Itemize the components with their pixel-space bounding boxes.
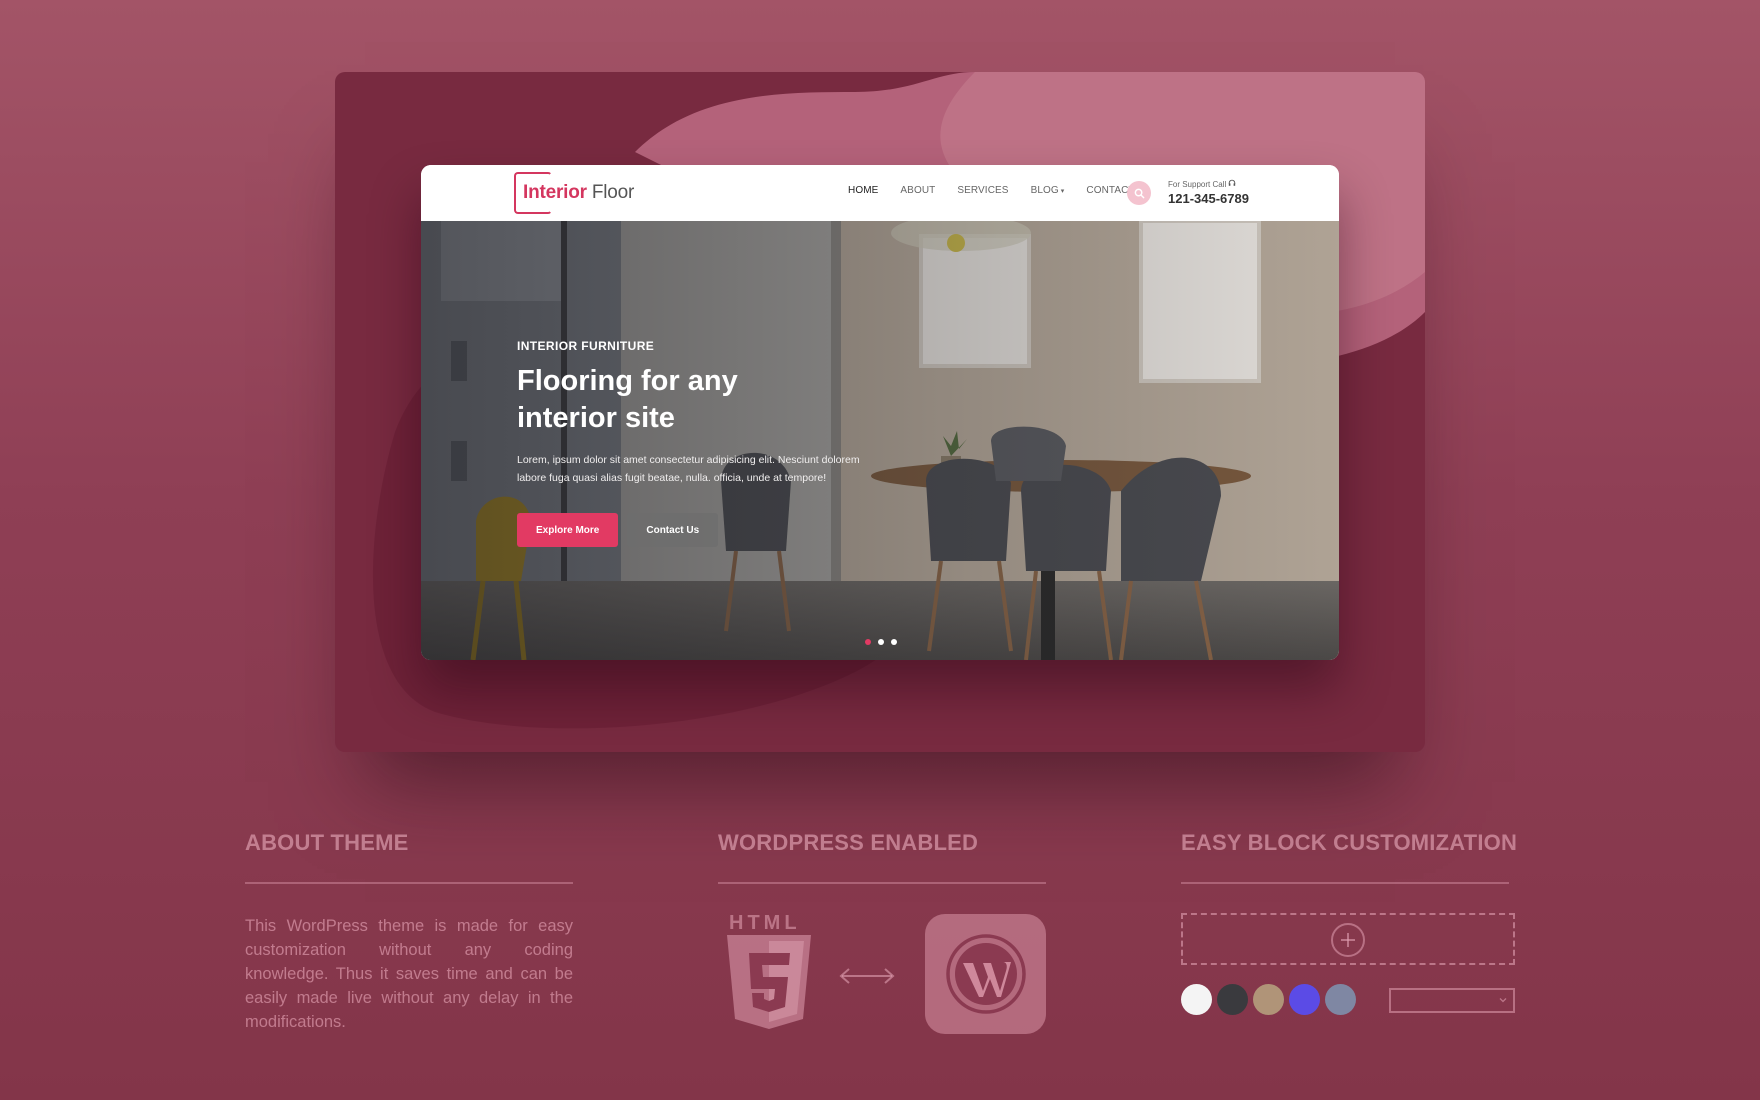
slider-dot-3[interactable]	[891, 639, 897, 645]
nav-item-blog[interactable]: BLOG ▾	[1031, 185, 1065, 196]
hero-description: Lorem, ipsum dolor sit amet consectetur …	[517, 454, 860, 484]
feature-divider	[245, 882, 573, 884]
style-select[interactable]	[1389, 988, 1515, 1013]
html5-shield	[727, 935, 811, 1029]
wordpress-tile	[925, 914, 1046, 1034]
hero-slider: INTERIOR FURNITURE Flooring for any inte…	[421, 221, 1339, 660]
site-header: Interior Floor HOME ABOUT SERVICES BLOG ▾ …	[421, 165, 1339, 221]
color-swatch-white[interactable]	[1181, 984, 1212, 1015]
nav-item-about[interactable]: ABOUT	[900, 185, 935, 196]
main-nav: HOME ABOUT SERVICES BLOG ▾ CONTACT	[848, 185, 1135, 196]
feature-heading-customization: EASY BLOCK CUSTOMIZATION	[1181, 830, 1518, 855]
slider-pagination	[865, 639, 897, 645]
feature-block-customization: EASY BLOCK CUSTOMIZATION	[1181, 830, 1517, 884]
html5-icon: HTML	[724, 912, 814, 1036]
plus-icon	[1341, 933, 1355, 947]
slider-dot-1[interactable]	[865, 639, 871, 645]
website-preview: Interior Floor HOME ABOUT SERVICES BLOG ▾ …	[421, 165, 1339, 660]
feature-about-theme: ABOUT THEME	[245, 830, 573, 884]
add-block-placeholder[interactable]	[1181, 913, 1515, 965]
nav-item-home[interactable]: HOME	[848, 185, 878, 196]
logo-text-primary: Interior	[523, 182, 587, 203]
site-logo[interactable]: Interior Floor	[514, 172, 634, 214]
chevron-down-icon	[1499, 998, 1507, 1003]
color-swatch-blue[interactable]	[1289, 984, 1320, 1015]
support-label: For Support Call	[1168, 180, 1227, 189]
chevron-down-icon: ▾	[1060, 188, 1065, 195]
color-swatch-charcoal[interactable]	[1217, 984, 1248, 1015]
search-button[interactable]	[1127, 181, 1151, 205]
html5-label: HTML	[729, 912, 801, 934]
slider-dot-2[interactable]	[878, 639, 884, 645]
feature-heading-about: ABOUT THEME	[245, 830, 409, 855]
hero-kicker: INTERIOR FURNITURE	[517, 339, 655, 353]
hero-content: INTERIOR FURNITURE Flooring for any inte…	[517, 339, 917, 547]
logo-text-secondary: Floor	[591, 182, 635, 203]
wordpress-icon	[945, 934, 1026, 1014]
feature-wordpress-enabled: WORDPRESS ENABLED	[718, 830, 1046, 884]
hero-title: Flooring for any interior site	[517, 365, 738, 434]
search-icon	[1134, 188, 1144, 198]
support-contact: For Support Call 121-345-6789	[1168, 179, 1249, 206]
feature-divider	[1181, 882, 1509, 884]
hero-buttons: Explore More Contact Us	[517, 513, 917, 547]
about-theme-text: This WordPress theme is made for easy cu…	[245, 917, 573, 1031]
support-phone[interactable]: 121-345-6789	[1168, 191, 1249, 206]
add-block-button[interactable]	[1331, 923, 1365, 957]
feature-heading-wordpress: WORDPRESS ENABLED	[718, 830, 979, 855]
feature-divider	[718, 882, 1046, 884]
double-arrow-icon	[839, 968, 895, 984]
explore-more-button[interactable]: Explore More	[517, 513, 619, 547]
color-swatch-tan[interactable]	[1253, 984, 1284, 1015]
nav-item-services[interactable]: SERVICES	[957, 185, 1008, 196]
nav-item-blog-label: BLOG	[1030, 185, 1059, 196]
color-swatches	[1181, 984, 1356, 1015]
contact-us-button[interactable]: Contact Us	[627, 513, 719, 547]
color-swatch-slate[interactable]	[1325, 984, 1356, 1015]
headset-icon	[1229, 179, 1236, 186]
